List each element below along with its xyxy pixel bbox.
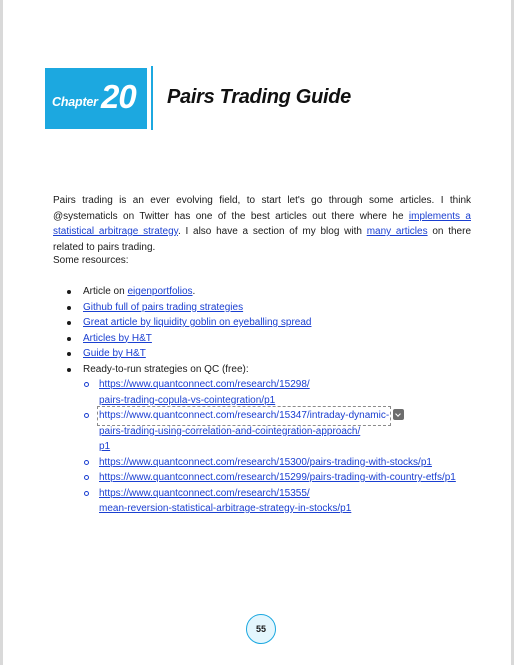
page-number: 55 <box>246 614 276 644</box>
link-line: pairs-trading-copula-vs-cointegration/p1 <box>99 394 276 406</box>
chapter-label: Chapter <box>52 95 98 109</box>
link-guide-ht[interactable]: Guide by H&T <box>83 348 146 359</box>
link-line: pairs-trading-using-correlation-and-coin… <box>99 425 361 437</box>
list-item: Article on eigenportfolios. <box>53 284 483 300</box>
focused-link-line: https://www.quantconnect.com/research/15… <box>96 406 392 426</box>
link-eigenportfolios[interactable]: eigenportfolios <box>127 286 192 297</box>
link-line: mean-reversion-statistical-arbitrage-str… <box>99 503 352 514</box>
chapter-badge: Chapter 20 <box>45 68 147 129</box>
link-line: p1 <box>99 441 111 452</box>
intro-paragraph: Pairs trading is an ever evolving field,… <box>53 193 471 255</box>
chapter-divider <box>151 66 153 130</box>
item-text: Ready-to-run strategies on QC (free): <box>83 363 249 375</box>
link-line: https://www.quantconnect.com/research/15… <box>99 487 310 499</box>
chapter-number: 20 <box>101 78 137 115</box>
link-github-pairs[interactable]: Github full of pairs trading strategies <box>83 302 243 313</box>
list-item: https://www.quantconnect.com/research/15… <box>83 377 483 408</box>
list-item: https://www.quantconnect.com/research/15… <box>83 470 483 486</box>
link-qc-15298[interactable]: https://www.quantconnect.com/research/15… <box>99 379 310 406</box>
item-text: . <box>192 286 196 297</box>
intro-text-2: . I also have a section of my blog with <box>177 226 367 237</box>
link-qc-15300[interactable]: https://www.quantconnect.com/research/15… <box>99 457 432 468</box>
chevron-down-icon[interactable] <box>393 408 405 420</box>
link-line: https://www.quantconnect.com/research/15… <box>99 410 390 421</box>
link-qc-15347[interactable]: https://www.quantconnect.com/research/15… <box>96 406 405 452</box>
page-edge-left <box>0 0 3 665</box>
link-qc-15299[interactable]: https://www.quantconnect.com/research/15… <box>99 472 456 483</box>
link-liquidity-goblin[interactable]: Great article by liquidity goblin on eye… <box>83 317 311 328</box>
list-item: Github full of pairs trading strategies <box>53 300 483 316</box>
list-item: https://www.quantconnect.com/research/15… <box>83 406 483 455</box>
list-item: https://www.quantconnect.com/research/15… <box>83 486 483 517</box>
list-item: Great article by liquidity goblin on eye… <box>53 315 483 331</box>
list-item: Guide by H&T <box>53 346 483 362</box>
link-articles-ht[interactable]: Articles by H&T <box>83 333 152 344</box>
link-many-articles[interactable]: many articles <box>367 226 428 237</box>
resources-heading: Some resources: <box>53 255 129 266</box>
list-item: Ready-to-run strategies on QC (free): ht… <box>53 362 483 517</box>
list-item: Articles by H&T <box>53 331 483 347</box>
link-qc-15355[interactable]: https://www.quantconnect.com/research/15… <box>99 488 351 515</box>
page-title: Pairs Trading Guide <box>167 86 351 108</box>
item-text: Article on <box>83 286 128 297</box>
qc-links-list: https://www.quantconnect.com/research/15… <box>83 377 483 517</box>
link-line: https://www.quantconnect.com/research/15… <box>99 379 310 390</box>
list-item: https://www.quantconnect.com/research/15… <box>83 455 483 471</box>
resources-list: Article on eigenportfolios. Github full … <box>53 284 483 517</box>
